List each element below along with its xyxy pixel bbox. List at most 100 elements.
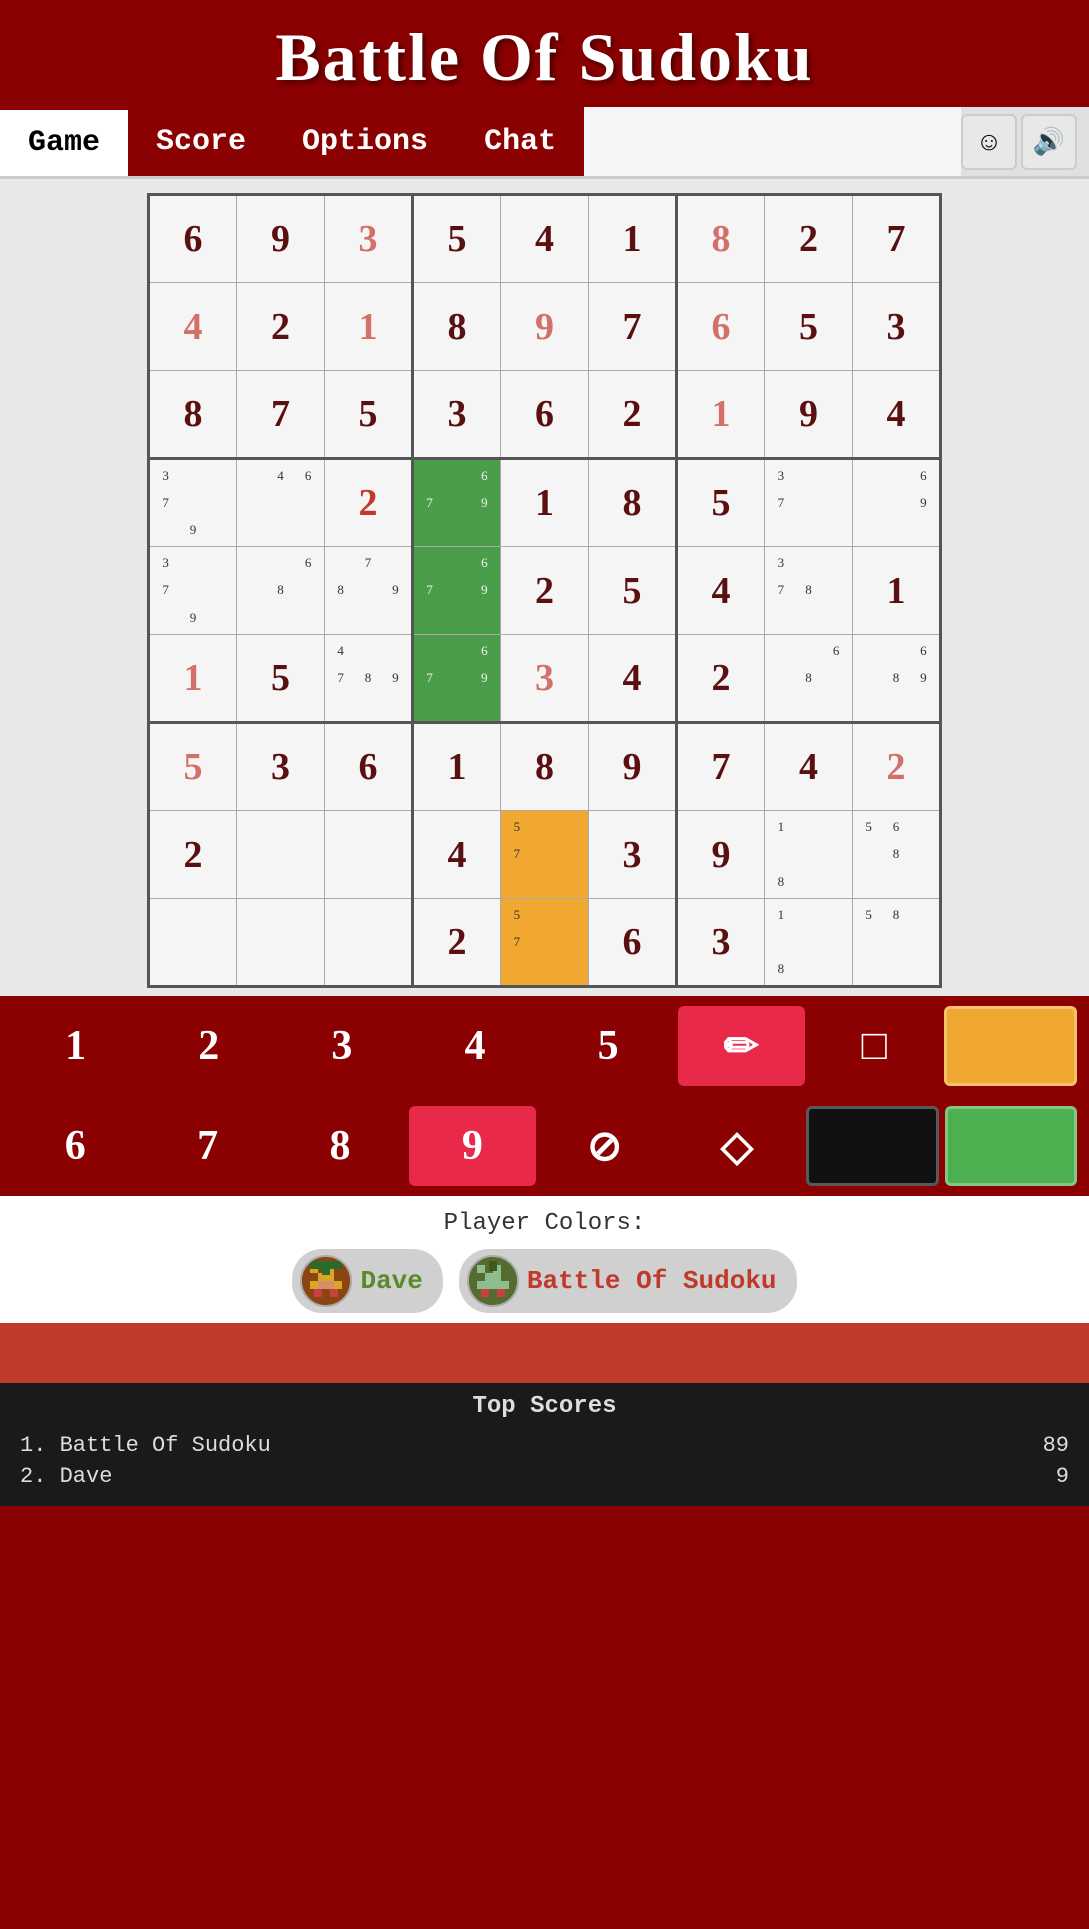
sound-button[interactable]: 🔊 <box>1021 114 1077 170</box>
cell-7-6[interactable]: 9 <box>677 811 765 899</box>
cell-3-0[interactable]: 379 <box>149 459 237 547</box>
cell-4-4[interactable]: 2 <box>501 547 589 635</box>
cell-1-7[interactable]: 5 <box>765 283 853 371</box>
cell-0-4[interactable]: 4 <box>501 195 589 283</box>
cell-4-1[interactable]: 68 <box>237 547 325 635</box>
cell-0-6[interactable]: 8 <box>677 195 765 283</box>
cell-2-0[interactable]: 8 <box>149 371 237 459</box>
ctrl-btn-orange[interactable] <box>944 1006 1077 1086</box>
cell-0-0[interactable]: 6 <box>149 195 237 283</box>
cell-5-0[interactable]: 1 <box>149 635 237 723</box>
cell-5-1[interactable]: 5 <box>237 635 325 723</box>
cell-5-6[interactable]: 2 <box>677 635 765 723</box>
ctrl-btn-4[interactable]: 4 <box>411 1006 538 1086</box>
cell-6-7[interactable]: 4 <box>765 723 853 811</box>
cell-6-6[interactable]: 7 <box>677 723 765 811</box>
cell-2-3[interactable]: 3 <box>413 371 501 459</box>
ctrl-btn-green[interactable] <box>945 1106 1077 1186</box>
cell-2-6[interactable]: 1 <box>677 371 765 459</box>
cell-7-3[interactable]: 4 <box>413 811 501 899</box>
cell-0-7[interactable]: 2 <box>765 195 853 283</box>
ctrl-btn-5[interactable]: 5 <box>545 1006 672 1086</box>
cell-6-2[interactable]: 6 <box>325 723 413 811</box>
cell-8-2[interactable] <box>325 899 413 987</box>
cell-1-1[interactable]: 2 <box>237 283 325 371</box>
cell-8-5[interactable]: 6 <box>589 899 677 987</box>
cell-0-3[interactable]: 5 <box>413 195 501 283</box>
cell-4-5[interactable]: 5 <box>589 547 677 635</box>
cell-5-8[interactable]: 689 <box>853 635 941 723</box>
ctrl-btn-6[interactable]: 6 <box>12 1106 138 1186</box>
cell-5-4[interactable]: 3 <box>501 635 589 723</box>
cell-7-4[interactable]: 57 <box>501 811 589 899</box>
cell-3-6[interactable]: 5 <box>677 459 765 547</box>
cell-0-8[interactable]: 7 <box>853 195 941 283</box>
cell-5-2[interactable]: 4789 <box>325 635 413 723</box>
cell-8-0[interactable] <box>149 899 237 987</box>
cell-4-8[interactable]: 1 <box>853 547 941 635</box>
cell-0-1[interactable]: 9 <box>237 195 325 283</box>
cell-3-4[interactable]: 1 <box>501 459 589 547</box>
ctrl-btn-8[interactable]: 8 <box>277 1106 403 1186</box>
ctrl-btn-3[interactable]: 3 <box>278 1006 405 1086</box>
cell-3-1[interactable]: 46 <box>237 459 325 547</box>
ctrl-btn-1[interactable]: 1 <box>12 1006 139 1086</box>
cell-8-3[interactable]: 2 <box>413 899 501 987</box>
cell-5-3[interactable]: 679 <box>413 635 501 723</box>
cell-4-3[interactable]: 679 <box>413 547 501 635</box>
cell-8-7[interactable]: 18 <box>765 899 853 987</box>
cell-1-0[interactable]: 4 <box>149 283 237 371</box>
cell-3-8[interactable]: 69 <box>853 459 941 547</box>
cell-0-2[interactable]: 3 <box>325 195 413 283</box>
ctrl-btn-pencil[interactable]: ✏ <box>678 1006 805 1086</box>
cell-4-2[interactable]: 789 <box>325 547 413 635</box>
cell-6-3[interactable]: 1 <box>413 723 501 811</box>
cell-8-8[interactable]: 58 <box>853 899 941 987</box>
ctrl-btn-fill[interactable]: ◇ <box>674 1106 800 1186</box>
cell-7-1[interactable] <box>237 811 325 899</box>
cell-1-2[interactable]: 1 <box>325 283 413 371</box>
cell-3-5[interactable]: 8 <box>589 459 677 547</box>
cell-6-1[interactable]: 3 <box>237 723 325 811</box>
cell-6-8[interactable]: 2 <box>853 723 941 811</box>
cell-5-7[interactable]: 68 <box>765 635 853 723</box>
cell-3-7[interactable]: 37 <box>765 459 853 547</box>
ctrl-btn-black[interactable] <box>806 1106 938 1186</box>
cell-1-4[interactable]: 9 <box>501 283 589 371</box>
cell-8-6[interactable]: 3 <box>677 899 765 987</box>
tab-game[interactable]: Game <box>0 107 128 176</box>
cell-2-4[interactable]: 6 <box>501 371 589 459</box>
cell-6-4[interactable]: 8 <box>501 723 589 811</box>
cell-7-8[interactable]: 568 <box>853 811 941 899</box>
ctrl-btn-erase[interactable]: ⊘ <box>542 1106 668 1186</box>
cell-1-5[interactable]: 7 <box>589 283 677 371</box>
cell-7-5[interactable]: 3 <box>589 811 677 899</box>
cell-2-1[interactable]: 7 <box>237 371 325 459</box>
cell-4-7[interactable]: 378 <box>765 547 853 635</box>
cell-0-5[interactable]: 1 <box>589 195 677 283</box>
cell-8-4[interactable]: 57 <box>501 899 589 987</box>
cell-4-6[interactable]: 4 <box>677 547 765 635</box>
cell-2-5[interactable]: 2 <box>589 371 677 459</box>
cell-5-5[interactable]: 4 <box>589 635 677 723</box>
cell-7-2[interactable] <box>325 811 413 899</box>
ctrl-btn-9[interactable]: 9 <box>409 1106 535 1186</box>
cell-2-2[interactable]: 5 <box>325 371 413 459</box>
cell-3-3[interactable]: 679 <box>413 459 501 547</box>
cell-1-6[interactable]: 6 <box>677 283 765 371</box>
tab-options[interactable]: Options <box>274 107 456 176</box>
cell-3-2[interactable]: 2 <box>325 459 413 547</box>
ctrl-btn-2[interactable]: 2 <box>145 1006 272 1086</box>
cell-6-0[interactable]: 5 <box>149 723 237 811</box>
cell-2-8[interactable]: 4 <box>853 371 941 459</box>
ctrl-btn-square[interactable]: □ <box>811 1006 938 1086</box>
emoji-button[interactable]: ☺ <box>961 114 1017 170</box>
tab-chat[interactable]: Chat <box>456 107 584 176</box>
ctrl-btn-7[interactable]: 7 <box>144 1106 270 1186</box>
cell-4-0[interactable]: 379 <box>149 547 237 635</box>
cell-7-7[interactable]: 18 <box>765 811 853 899</box>
tab-score[interactable]: Score <box>128 107 274 176</box>
cell-6-5[interactable]: 9 <box>589 723 677 811</box>
cell-7-0[interactable]: 2 <box>149 811 237 899</box>
cell-2-7[interactable]: 9 <box>765 371 853 459</box>
